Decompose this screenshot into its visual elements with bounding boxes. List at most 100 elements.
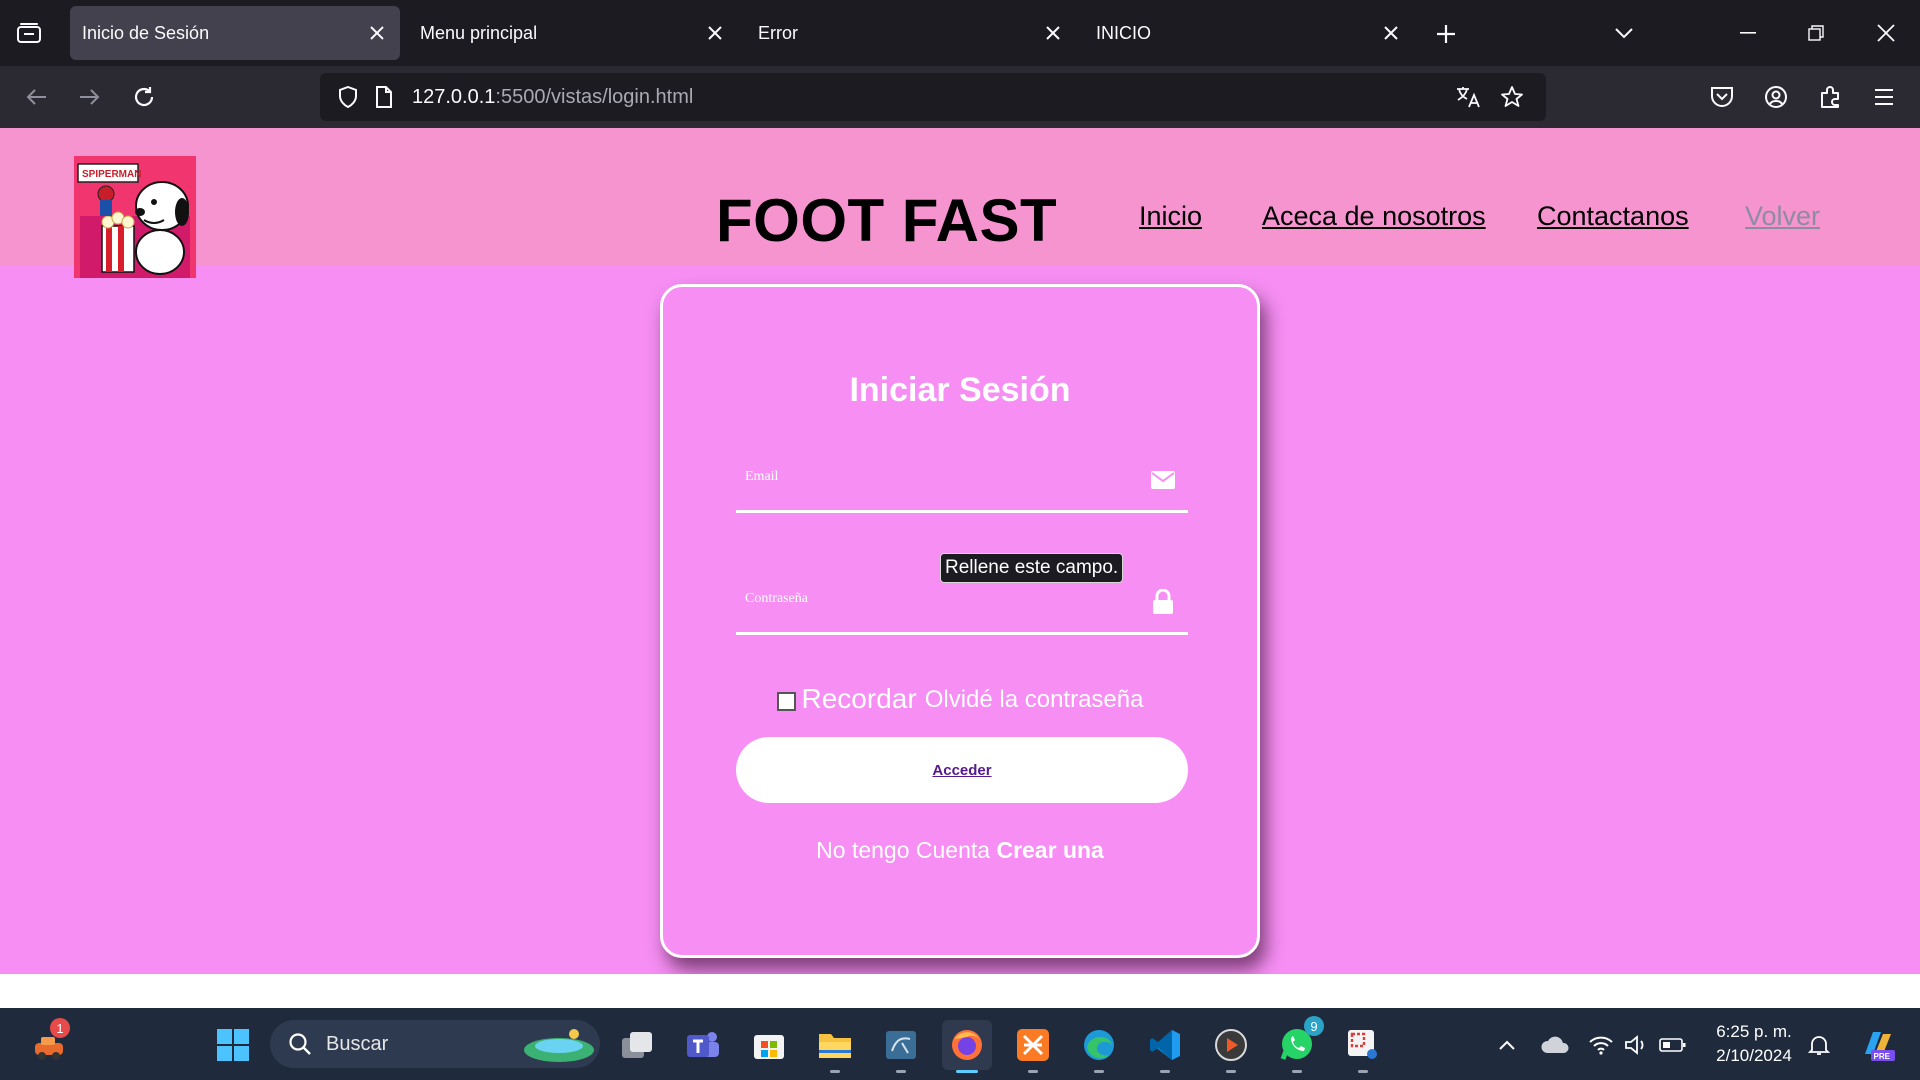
login-card: Iniciar Sesión Email Rellene este campo.… <box>660 284 1260 958</box>
running-indicator <box>830 1070 840 1073</box>
tab-label: INICIO <box>1096 22 1152 43</box>
page-viewport: SPIPERMAN FOOT FAST Inicio Aceca de noso… <box>0 128 1920 974</box>
url-path: :5500/vistas/login.html <box>495 86 694 108</box>
no-account-text: No tengo Cuenta <box>816 837 991 863</box>
tab-inicio[interactable]: INICIO <box>1084 6 1414 60</box>
translate-icon[interactable] <box>1450 79 1486 115</box>
page-icon <box>366 79 402 115</box>
envelope-icon <box>1148 465 1178 495</box>
nav-link-acerca[interactable]: Aceca de nosotros <box>1262 201 1486 232</box>
browser-tab-bar: Inicio de Sesión Menu principal Error IN… <box>0 0 1920 66</box>
site-logo-image[interactable]: SPIPERMAN <box>74 156 196 278</box>
wifi-icon[interactable] <box>1586 1030 1616 1060</box>
snipping-tool-icon[interactable] <box>1338 1020 1388 1073</box>
taskbar-search-box[interactable]: Buscar <box>270 1020 600 1068</box>
tab-label: Inicio de Sesión <box>82 22 210 43</box>
teams-icon[interactable] <box>678 1020 728 1070</box>
search-placeholder: Buscar <box>326 1033 389 1055</box>
reload-icon[interactable] <box>126 79 162 115</box>
browser-navigation-bar: 127.0.0.1:5500/vistas/login.html <box>0 66 1920 128</box>
address-bar[interactable]: 127.0.0.1:5500/vistas/login.html <box>320 73 1546 121</box>
tab-inicio-de-sesion[interactable]: Inicio de Sesión <box>70 6 400 60</box>
minimize-icon[interactable] <box>1726 12 1770 54</box>
copilot-label: PRE <box>1874 1052 1891 1061</box>
url-text[interactable]: 127.0.0.1:5500/vistas/login.html <box>412 86 693 109</box>
bookmark-star-icon[interactable] <box>1494 79 1530 115</box>
tab-overview-icon[interactable] <box>12 18 46 48</box>
logo-text: SPIPERMAN <box>82 169 141 180</box>
site-title: FOOT FAST <box>716 187 1058 254</box>
list-tabs-chevron-icon[interactable] <box>1602 12 1646 54</box>
close-tab-icon[interactable] <box>698 16 732 50</box>
mysql-workbench-icon[interactable] <box>876 1020 926 1073</box>
menu-hamburger-icon[interactable] <box>1866 79 1902 115</box>
restore-icon[interactable] <box>1794 12 1838 54</box>
tab-error[interactable]: Error <box>746 6 1076 60</box>
access-button[interactable]: Acceder <box>736 737 1188 803</box>
widgets-icon[interactable]: 1 <box>24 1018 74 1070</box>
close-window-icon[interactable] <box>1864 12 1908 54</box>
login-title: Iniciar Sesión <box>849 371 1071 409</box>
whatsapp-icon[interactable]: 9 <box>1272 1016 1324 1073</box>
password-placeholder: Contraseña <box>745 591 808 606</box>
copilot-icon[interactable]: PRE <box>1858 1030 1898 1061</box>
search-highlight-image <box>522 1026 596 1069</box>
running-indicator <box>896 1070 906 1073</box>
account-icon[interactable] <box>1758 79 1794 115</box>
pocket-icon[interactable] <box>1704 79 1740 115</box>
search-icon <box>288 1032 312 1061</box>
lock-icon <box>1148 587 1178 617</box>
onedrive-cloud-icon[interactable] <box>1540 1030 1570 1060</box>
back-arrow-icon[interactable] <box>18 79 54 115</box>
email-placeholder: Email <box>745 469 779 484</box>
close-tab-icon[interactable] <box>1036 16 1070 50</box>
nav-link-volver[interactable]: Volver <box>1745 201 1820 232</box>
edge-icon[interactable] <box>1074 1020 1124 1073</box>
nav-link-inicio[interactable]: Inicio <box>1139 201 1202 232</box>
forgot-password-link[interactable]: Olvidé la contraseña <box>925 686 1144 714</box>
site-header: SPIPERMAN FOOT FAST Inicio Aceca de noso… <box>0 128 1920 278</box>
email-field[interactable]: Email <box>736 453 1188 513</box>
volume-icon[interactable] <box>1622 1030 1652 1060</box>
clock-time: 6:25 p. m. <box>1716 1022 1792 1041</box>
tab-label: Menu principal <box>420 22 538 43</box>
remember-label[interactable]: Recordar <box>802 683 917 715</box>
remember-checkbox[interactable] <box>776 691 796 711</box>
firefox-icon[interactable] <box>942 1020 992 1073</box>
task-view-icon[interactable] <box>612 1020 662 1070</box>
taskbar-clock[interactable]: 6:25 p. m. 2/10/2024 <box>1706 1020 1802 1068</box>
show-hidden-icons-chevron[interactable] <box>1492 1030 1522 1060</box>
remember-row: Recordar Olvidé la contraseña <box>663 683 1257 715</box>
microsoft-store-icon[interactable] <box>744 1020 794 1070</box>
tab-menu-principal[interactable]: Menu principal <box>408 6 738 60</box>
running-indicator <box>1094 1070 1104 1073</box>
running-indicator <box>1226 1070 1236 1073</box>
clock-date: 2/10/2024 <box>1716 1046 1792 1065</box>
windows-taskbar: 1 Buscar 9 6:25 p. m. 2/10/2024 PRE <box>0 1008 1920 1080</box>
battery-icon[interactable] <box>1658 1030 1688 1060</box>
close-tab-icon[interactable] <box>360 16 394 50</box>
url-host: 127.0.0.1 <box>412 86 496 108</box>
close-tab-icon[interactable] <box>1374 16 1408 50</box>
media-player-icon[interactable] <box>1206 1020 1256 1073</box>
access-button-label: Acceder <box>932 761 992 779</box>
running-indicator <box>1358 1070 1368 1073</box>
forward-arrow-icon[interactable] <box>72 79 108 115</box>
tab-label: Error <box>758 22 798 43</box>
active-indicator <box>956 1070 978 1073</box>
extensions-icon[interactable] <box>1812 79 1848 115</box>
start-windows-icon[interactable] <box>208 1020 258 1070</box>
running-indicator <box>1292 1070 1302 1073</box>
create-account-link[interactable]: Crear una <box>996 837 1103 863</box>
nav-link-contactanos[interactable]: Contactanos <box>1537 201 1689 232</box>
password-field[interactable]: Contraseña <box>736 575 1188 635</box>
file-explorer-icon[interactable] <box>810 1020 860 1073</box>
vscode-icon[interactable] <box>1140 1020 1190 1073</box>
new-tab-plus-icon[interactable] <box>1428 16 1464 52</box>
running-indicator <box>1028 1070 1038 1073</box>
xampp-icon[interactable] <box>1008 1020 1058 1073</box>
notification-bell-icon[interactable] <box>1804 1030 1834 1060</box>
shield-icon[interactable] <box>330 79 366 115</box>
whatsapp-badge: 9 <box>1304 1016 1324 1036</box>
running-indicator <box>1160 1070 1170 1073</box>
